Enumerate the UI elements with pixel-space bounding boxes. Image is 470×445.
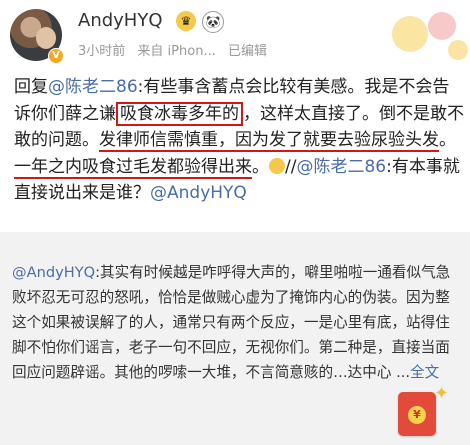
repost-slash: // <box>285 156 297 177</box>
edited-label: 已编辑 <box>227 44 267 59</box>
red-packet-icon[interactable]: ¥ <box>398 392 436 436</box>
panda-badge-icon: 🐼 <box>202 11 224 33</box>
repost-text: @AndyHYQ:其实有时候越是咋呼得大声的，噼里啪啦一通看似气急败坏忍无可忍的… <box>12 260 458 385</box>
mention-link[interactable]: @陈老二86 <box>296 157 386 177</box>
post-header: V AndyHYQ ♛ 🐼 3小时前 来自 iPhon... 已编辑 <box>0 0 470 70</box>
full-text-link[interactable]: 全文 <box>410 364 439 381</box>
post-text: 。 <box>439 130 456 150</box>
smiley-emoji-icon <box>269 157 285 174</box>
post-time: 3小时前 <box>78 44 126 59</box>
highlight-box-text: 吸食冰毒多年的 <box>116 101 243 126</box>
crown-badge-icon: ♛ <box>176 11 196 31</box>
repost-body: :其实有时候越是咋呼得大声的，噼里啪啦一通看似气急败坏忍无可忍的怒吼，恰恰是做贼… <box>12 264 451 381</box>
username[interactable]: AndyHYQ <box>78 10 163 31</box>
mention-link[interactable]: @陈老二86 <box>48 77 138 97</box>
decorative-cartoon-icon <box>392 12 468 60</box>
post-body: 回复@陈老二86:有些事含蓄点会比较有美感。我是不会告诉你们薛之谦 吸食冰毒多年的… <box>14 74 464 207</box>
mention-link[interactable]: @AndyHYQ <box>12 264 95 281</box>
verified-badge-icon: V <box>48 48 64 64</box>
mention-link[interactable]: @AndyHYQ <box>150 183 247 203</box>
reply-prefix: 回复 <box>14 77 48 97</box>
divider <box>0 232 470 240</box>
post-source: 来自 iPhon... <box>137 44 216 59</box>
underlined-text: 发律师信需慎重，因为发了就要去验尿验头发 <box>99 130 439 152</box>
post-text: 。 <box>252 156 269 177</box>
post-meta: 3小时前 来自 iPhon... 已编辑 <box>78 40 275 59</box>
sparkle-icon: ✦ <box>434 383 450 404</box>
underlined-text: 一年之内吸食过毛发都验得出来 <box>14 156 252 179</box>
